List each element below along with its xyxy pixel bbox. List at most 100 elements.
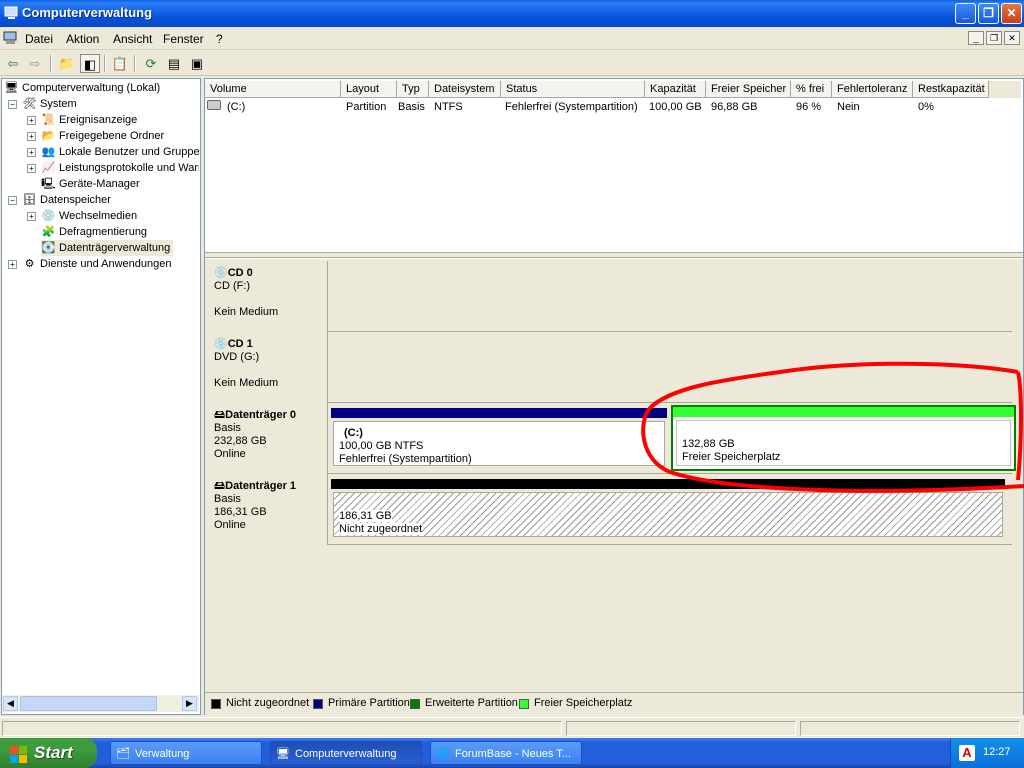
app-menu-icon[interactable] <box>3 31 18 45</box>
legend-label: Erweiterte Partition <box>425 697 518 709</box>
tree-item-datenspeicher[interactable]: 🗄 Datenspeicher <box>22 192 111 208</box>
taskbar-item-forumbase[interactable]: 🌐 ForumBase - Neues T... <box>430 741 582 765</box>
col-typ[interactable]: Typ <box>397 81 429 98</box>
legend-swatch-primary <box>313 699 323 709</box>
red-annotation-circle <box>641 361 1024 493</box>
tree-horizontal-scrollbar[interactable]: ◀ ▶ <box>2 695 199 712</box>
menu-ansicht[interactable]: Ansicht <box>113 32 152 46</box>
expander-wechselmedien[interactable]: + <box>27 212 36 221</box>
child-minimize-button[interactable]: _ <box>968 31 984 45</box>
col-status[interactable]: Status <box>501 81 645 98</box>
legend: Nicht zugeordnet Primäre Partition Erwei… <box>205 692 1023 712</box>
col-volume[interactable]: Volume <box>205 81 341 98</box>
table-row-volume[interactable]: (C:) <box>227 99 245 115</box>
cell-dateisystem: NTFS <box>434 101 463 113</box>
tree-item-defragmentierung[interactable]: 🧩 Defragmentierung <box>41 224 147 240</box>
expander-dienste[interactable]: + <box>8 260 17 269</box>
folder-tools-icon: 🗂 <box>116 748 130 760</box>
disk-label-0[interactable]: 🖴Datenträger 0 Basis 232,88 GB Online <box>206 403 328 474</box>
cell-status: Fehlerfrei (Systempartition) <box>505 101 638 113</box>
cell-typ: Basis <box>398 101 425 113</box>
users-icon: 👥 <box>41 146 56 159</box>
status-panel <box>566 721 796 736</box>
show-tree-icon[interactable]: ◧ <box>80 54 100 73</box>
tree-item-datentraegerverwaltung[interactable]: 💽 Datenträgerverwaltung <box>41 240 174 256</box>
close-button[interactable]: ✕ <box>1001 3 1022 24</box>
export-icon[interactable]: ▤ <box>164 54 184 73</box>
tree-root[interactable]: 🖥 Computerverwaltung (Lokal) <box>4 80 161 96</box>
tree-item-leistungsprotokolle[interactable]: 📈Leistungsprotokolle und Warnungen <box>41 160 199 176</box>
expander-datenspeicher[interactable]: − <box>8 196 17 205</box>
tree-item-freigegebene-ordner[interactable]: 📂 Freigegebene Ordner <box>41 128 165 144</box>
shared-folder-icon: 📂 <box>41 130 56 143</box>
expander-system[interactable]: − <box>8 100 17 109</box>
expander-freigegeben[interactable]: + <box>27 132 36 141</box>
legend-swatch-unallocated <box>211 699 221 709</box>
disk-label-cd1[interactable]: 💿CD 1 DVD (G:) Kein Medium <box>206 332 328 403</box>
status-panel <box>2 721 562 736</box>
window-title: Computerverwaltung <box>22 5 153 20</box>
hard-disk-icon: 🖴 <box>214 409 226 421</box>
col-layout[interactable]: Layout <box>341 81 397 98</box>
menu-aktion[interactable]: Aktion <box>66 32 99 46</box>
menu-fenster[interactable]: Fenster <box>163 32 204 46</box>
minimize-button[interactable]: _ <box>955 3 976 24</box>
back-icon[interactable]: ⇦ <box>3 54 23 73</box>
taskbar-item-computerverwaltung[interactable]: 🖥 Computerverwaltung <box>270 741 422 765</box>
maximize-button[interactable]: ❐ <box>978 3 999 24</box>
child-close-button[interactable]: ✕ <box>1004 31 1020 45</box>
scroll-left-icon[interactable]: ◀ <box>3 696 18 711</box>
partition-c-bar <box>331 408 667 418</box>
pane-splitter[interactable] <box>205 252 1023 258</box>
status-panel <box>800 721 1020 736</box>
tree-item-lokale-benutzer[interactable]: 👥 Lokale Benutzer und Gruppen <box>41 144 199 160</box>
col-kapazitaet[interactable]: Kapazität <box>645 81 706 98</box>
refresh-icon[interactable]: ⟳ <box>141 54 161 73</box>
tree-item-wechselmedien[interactable]: 💿 Wechselmedien <box>41 208 137 224</box>
help-icon[interactable]: ▣ <box>187 54 207 73</box>
child-restore-button[interactable]: ❐ <box>986 31 1002 45</box>
menu-bar: Datei Aktion Ansicht Fenster ? _ ❐ ✕ <box>0 28 1024 50</box>
forward-icon[interactable]: ⇨ <box>25 54 45 73</box>
expander-benutzer[interactable]: + <box>27 148 36 157</box>
cell-kapazitaet: 100,00 GB <box>649 101 702 113</box>
col-fehlertoleranz[interactable]: Fehlertoleranz <box>832 81 913 98</box>
clock[interactable]: 12:27 <box>983 746 1011 758</box>
expander-leistung[interactable]: + <box>27 164 36 173</box>
tree-item-dienste-und-anwendungen[interactable]: ⚙ Dienste und Anwendungen <box>22 256 172 272</box>
scroll-thumb[interactable] <box>20 696 157 711</box>
taskbar-item-verwaltung[interactable]: 🗂 Verwaltung <box>110 741 262 765</box>
defrag-icon: 🧩 <box>41 226 56 239</box>
scroll-right-icon[interactable]: ▶ <box>182 696 197 711</box>
antivirus-icon[interactable]: A <box>959 745 975 761</box>
col-prozent-frei[interactable]: % frei <box>791 81 832 98</box>
expander-ereignis[interactable]: + <box>27 116 36 125</box>
cell-layout: Partition <box>346 101 387 113</box>
tree-item-system[interactable]: 🛠 System <box>22 96 77 112</box>
menu-datei[interactable]: Datei <box>25 32 53 46</box>
disk-label-cd0[interactable]: 💿CD 0 CD (F:) Kein Medium <box>206 261 328 332</box>
col-dateisystem[interactable]: Dateisystem <box>429 81 501 98</box>
hard-disk-icon: 🖴 <box>214 480 226 492</box>
storage-icon: 🗄 <box>22 194 37 207</box>
cell-fehlertoleranz: Nein <box>837 101 860 113</box>
properties-icon[interactable]: 📋 <box>110 54 130 73</box>
computer-management-icon <box>4 6 19 20</box>
disk-management-icon: 💽 <box>41 242 56 255</box>
up-folder-icon[interactable]: 📁 <box>57 54 77 73</box>
drive-icon <box>207 100 221 110</box>
services-icon: ⚙ <box>24 258 35 271</box>
col-restkapazitaet[interactable]: Restkapazität <box>913 81 989 98</box>
device-manager-icon: 🖳 <box>41 178 56 191</box>
tree-item-ereignisanzeige[interactable]: 📜 Ereignisanzeige <box>41 112 138 128</box>
legend-label: Freier Speicherplatz <box>534 697 633 709</box>
menu-help[interactable]: ? <box>216 32 223 46</box>
tree-item-geraete-manager[interactable]: 🖳 Geräte-Manager <box>41 176 140 192</box>
col-freier-speicher[interactable]: Freier Speicher <box>706 81 791 98</box>
removable-media-icon: 💿 <box>41 210 56 223</box>
disk-label-1[interactable]: 🖴Datenträger 1 Basis 186,31 GB Online <box>206 474 328 545</box>
partition-c[interactable]: (C:) 100,00 GB NTFS Fehlerfrei (Systempa… <box>333 421 665 466</box>
cell-prozent-frei: 96 % <box>796 101 822 113</box>
legend-label: Nicht zugeordnet <box>226 697 310 709</box>
start-button[interactable]: Start <box>0 738 97 768</box>
